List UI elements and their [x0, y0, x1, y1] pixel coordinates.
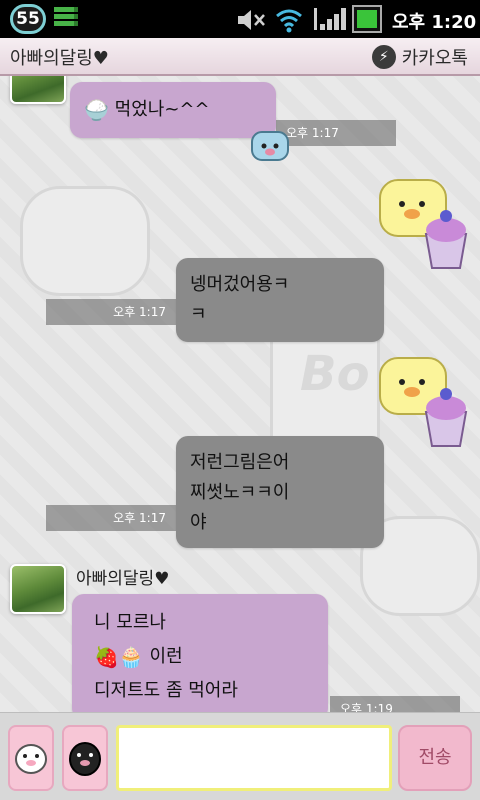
pig-cupcake-sticker-icon	[379, 357, 468, 447]
message-bubble: 🍚 먹었나~^^	[70, 82, 276, 138]
chat-title: 아빠의달링♥	[10, 48, 109, 69]
status-clock: 오후 1:20	[392, 12, 477, 33]
chat-area[interactable]: Bo 🍚 먹었나~^^ 오후 1:17 넹머겄어용ㅋ ㅋ 오후 1:17 저런그…	[0, 76, 480, 712]
message-text: 이런	[149, 646, 183, 667]
message-text: 니 모르나	[94, 612, 166, 633]
cupcake-icon: 🧁	[118, 645, 144, 669]
message-text: 디저트도 좀 먹어라	[94, 680, 238, 701]
battery-icon	[352, 5, 382, 33]
message-time: 오후 1:17	[276, 120, 396, 146]
sender-name: 아빠의달링♥	[76, 569, 170, 589]
message-bubble: 넹머겄어용ㅋ ㅋ	[176, 258, 384, 342]
input-bar: 전송	[0, 712, 480, 800]
background-pattern: Bo	[300, 346, 370, 402]
black-pig-icon	[69, 742, 101, 776]
message-text: 야	[190, 512, 207, 533]
avatar[interactable]	[10, 564, 66, 614]
message-text: 먹었나~^^	[114, 99, 210, 120]
sd-card-icon	[54, 7, 78, 31]
mute-icon	[238, 10, 265, 30]
white-pig-icon	[15, 744, 47, 774]
message-bubble: 저런그림은어 찌썻노ㅋㅋ이 야	[176, 436, 384, 548]
chat-header: 아빠의달링♥ ⚡ 카카오톡	[0, 38, 480, 76]
kakaotalk-brand[interactable]: ⚡ 카카오톡	[371, 44, 468, 70]
bolt-icon: ⚡	[371, 45, 396, 69]
message-time: 오후 1:17	[46, 505, 176, 531]
message-text: 찌썻노ㅋㅋ이	[190, 482, 290, 503]
signal-icon	[314, 8, 346, 30]
avatar[interactable]	[10, 76, 66, 104]
message-time: 오후 1:19	[330, 696, 460, 712]
send-button[interactable]: 전송	[398, 725, 472, 791]
wifi-icon	[276, 9, 302, 33]
message-input[interactable]	[116, 725, 392, 791]
emoticon-button[interactable]	[8, 725, 54, 791]
notification-count-badge: 55	[10, 4, 46, 34]
message-text: ㅋ	[190, 304, 207, 325]
sticker-button[interactable]	[62, 725, 108, 791]
background-pattern	[20, 186, 150, 296]
rice-bowl-icon: 🍚	[84, 98, 109, 122]
status-bar: 55 오후 1:20	[0, 0, 480, 38]
message-text: 넹머겄어용ㅋ	[190, 274, 290, 295]
message-text: 저런그림은어	[190, 452, 290, 473]
brand-label: 카카오톡	[401, 48, 468, 69]
message-time: 오후 1:17	[46, 299, 176, 325]
message-bubble: 니 모르나 🍓🧁 이런 디저트도 좀 먹어라	[72, 594, 328, 712]
pig-cupcake-sticker-icon	[379, 179, 468, 269]
pig-sticker-icon	[251, 131, 289, 161]
strawberry-icon: 🍓	[94, 645, 119, 669]
